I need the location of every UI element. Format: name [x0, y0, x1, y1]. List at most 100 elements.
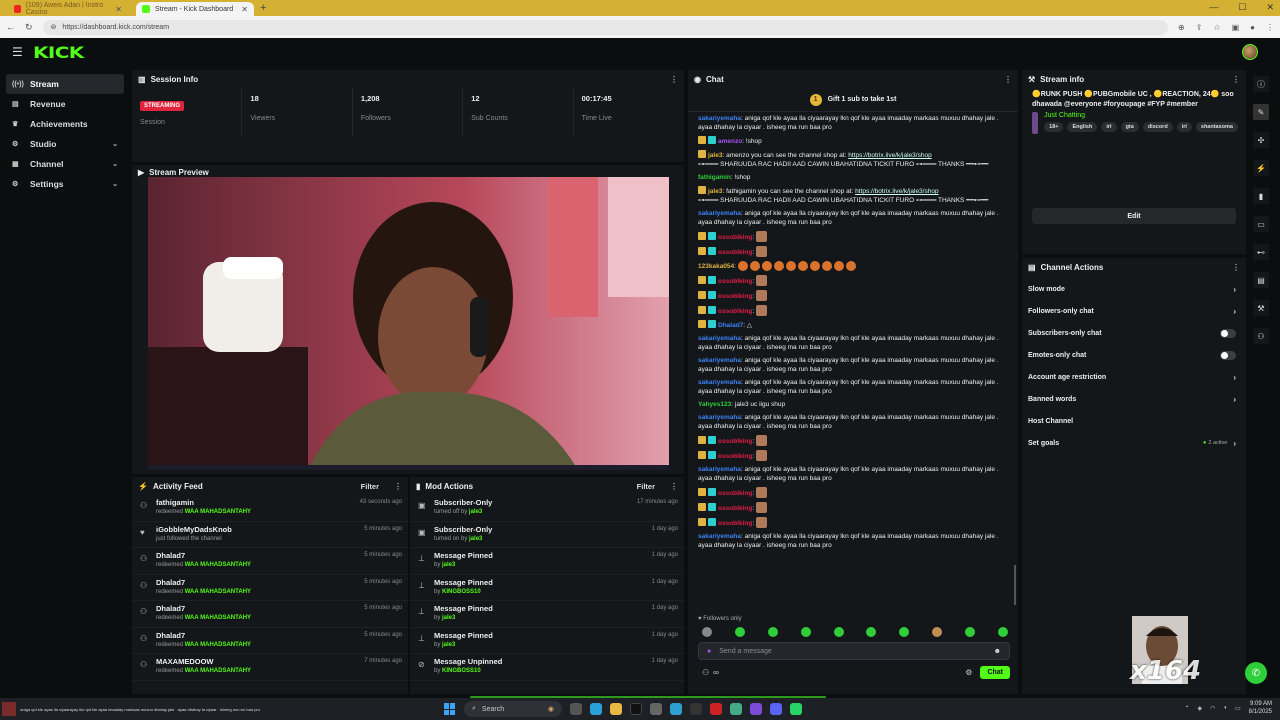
menu-icon[interactable]: ☰ [12, 45, 23, 59]
activity-row[interactable]: ⚇ Dhalad7 redeemed WAA MAHADSANTAHY 5 minut… [132, 575, 408, 601]
stream-tag[interactable]: shantasoma [1195, 122, 1238, 132]
chrome-icon[interactable] [730, 703, 742, 715]
user-avatar[interactable] [1242, 44, 1258, 60]
emote-icon[interactable] [965, 627, 975, 637]
chat-username[interactable]: Dhalad7 [718, 322, 743, 329]
taskbar-search[interactable]: ⌕ Search ◉ [464, 701, 562, 717]
more-options-icon[interactable]: ⋮ [394, 482, 402, 491]
chat-username[interactable]: sakariyemaha [698, 210, 741, 217]
chat-link[interactable]: https://botrix.live/k/jale3/shop [848, 152, 931, 159]
chat-username[interactable]: sakariyemaha [698, 335, 741, 342]
channel-action-row[interactable]: Slow mode › [1022, 278, 1246, 300]
activity-row[interactable]: ⚇ Dhalad7 redeemed WAA MAHADSANTAHY 5 minut… [132, 548, 408, 575]
category-name[interactable]: Just Chatting [1044, 112, 1246, 119]
volume-icon[interactable]: ◖ [1223, 705, 1227, 711]
emoji-picker-icon[interactable]: ☻ [994, 648, 1001, 655]
file-explorer-icon[interactable] [610, 703, 622, 715]
profile-icon[interactable]: ● [1250, 23, 1255, 32]
chat-username[interactable]: ossoblking [718, 278, 752, 285]
lightning-icon[interactable]: ⚡ [1253, 160, 1269, 176]
chat-link[interactable]: https://botrix.live/k/jale3/shop [855, 188, 938, 195]
filter-button[interactable]: Filter [361, 482, 379, 491]
chat-username[interactable]: Yahyes123 [698, 401, 731, 408]
emote-icon[interactable] [899, 627, 910, 637]
activity-row[interactable]: ⚇ Dhalad7 redeemed WAA MAHADSANTAHY 5 minut… [132, 601, 408, 628]
whatsapp-icon[interactable] [790, 703, 802, 715]
shield-icon[interactable]: ▮ [1253, 188, 1269, 204]
browser-icon[interactable] [670, 703, 682, 715]
chevron-right-icon[interactable]: › [1233, 285, 1236, 294]
chat-username[interactable]: sakariyemaha [698, 379, 741, 386]
stream-tag[interactable]: irl [1101, 122, 1117, 132]
info-icon[interactable]: ⓘ [1253, 76, 1269, 92]
chat-username[interactable]: 123kaka054 [698, 263, 734, 270]
mod-action-row[interactable]: ▣ Subscriber-Only turned off by jale3 17 mi… [410, 495, 684, 522]
sidebar-item-revenue[interactable]: ▤ Revenue [6, 94, 124, 114]
emote-icon[interactable] [800, 627, 811, 637]
obs-icon[interactable] [690, 703, 702, 715]
chat-input[interactable]: ● Send a message ☻ [698, 642, 1010, 660]
location-icon[interactable]: ◈ [1197, 705, 1202, 712]
tiktok-icon[interactable] [630, 703, 642, 715]
emote-icon[interactable] [932, 627, 943, 637]
zoom-icon[interactable]: ⊕ [1178, 23, 1185, 32]
close-window-icon[interactable]: ✕ [1266, 2, 1274, 13]
channel-action-row[interactable]: Followers-only chat › [1022, 300, 1246, 322]
chat-username[interactable]: jale3 [708, 152, 722, 159]
sidebar-item-achievements[interactable]: ♛ Achievements [6, 114, 124, 134]
chat-username[interactable]: ossoblking [718, 438, 752, 445]
channel-action-row[interactable]: Banned words › [1022, 388, 1246, 410]
chat-username[interactable]: ossoblking [718, 505, 752, 512]
stream-tag[interactable]: gta [1120, 122, 1139, 132]
sidebar-item-studio[interactable]: ⚙ Studio ⌄ [6, 134, 124, 154]
more-options-icon[interactable]: ⋮ [1232, 75, 1240, 84]
url-field[interactable]: ⊜ https://dashboard.kick.com/stream [42, 19, 1169, 35]
chat-username[interactable]: sakariyemaha [698, 466, 741, 473]
calculator-icon[interactable] [650, 703, 662, 715]
chat-settings-gear-icon[interactable]: ⚙ [965, 668, 972, 677]
activity-row[interactable]: ⚇ MAXAMEDOOW redeemed WAA MAHADSANTAHY 7 mi… [132, 654, 408, 681]
chat-username[interactable]: jale3 [708, 188, 722, 195]
chat-username[interactable]: ossoblking [718, 453, 752, 460]
stream-preview-video[interactable] [148, 177, 669, 470]
wifi-icon[interactable]: ◠ [1210, 705, 1215, 712]
sidebar-item-channel[interactable]: ▦ Channel ⌄ [6, 154, 124, 174]
chevron-right-icon[interactable]: › [1233, 373, 1236, 382]
emote-icon[interactable] [833, 627, 844, 637]
new-tab-icon[interactable]: + [260, 2, 266, 16]
channel-action-row[interactable]: Subscribers-only chat [1022, 322, 1246, 344]
chat-username[interactable]: ossoblking [718, 308, 752, 315]
more-options-icon[interactable]: ⋮ [1232, 263, 1240, 272]
bookmark-star-icon[interactable]: ☆ [1213, 23, 1220, 32]
task-view-icon[interactable] [570, 703, 582, 715]
clock[interactable]: 9:09 AM 8/1/2025 [1249, 700, 1272, 716]
users-icon[interactable]: ⚇ [702, 668, 709, 677]
expand-icon[interactable]: ✣ [1253, 132, 1269, 148]
mod-action-row[interactable]: ▣ Subscriber-Only turned on by jale3 1 day … [410, 522, 684, 548]
emote-icon[interactable] [702, 627, 712, 637]
kick-logo[interactable]: KICK [33, 43, 84, 62]
stream-tag[interactable]: 18+ [1044, 122, 1064, 132]
list-icon[interactable]: ▤ [1253, 272, 1269, 288]
sidebar-item-stream[interactable]: ((•)) Stream [6, 74, 124, 94]
battery-icon[interactable]: ▭ [1235, 705, 1241, 712]
infinity-icon[interactable]: ∞ [713, 668, 719, 677]
mic-icon[interactable]: ● [707, 648, 711, 655]
chevron-right-icon[interactable]: › [1233, 439, 1236, 448]
activity-row[interactable]: ♥ iGobbleMyDadsKnob just followed the chan… [132, 522, 408, 548]
chat-username[interactable]: ossoblking [718, 490, 752, 497]
chat-username[interactable]: ossoblking [718, 249, 752, 256]
chat-username[interactable]: amenzo [718, 138, 742, 145]
users-icon[interactable]: ⚇ [1253, 328, 1269, 344]
sidebar-item-settings[interactable]: ⚙ Settings ⌄ [6, 174, 124, 194]
more-options-icon[interactable]: ⋮ [1004, 75, 1012, 84]
channel-action-row[interactable]: Emotes-only chat [1022, 344, 1246, 366]
emote-icon[interactable] [767, 627, 778, 637]
share-icon[interactable]: ⇪ [1196, 23, 1203, 32]
mod-action-row[interactable]: ⊘ Message Unpinned by KINGBOSS10 1 day ago [410, 654, 684, 681]
back-icon[interactable]: ← [6, 22, 15, 32]
tray-chevron-icon[interactable]: ⌃ [1184, 705, 1189, 712]
discord-icon[interactable] [770, 703, 782, 715]
stream-tag[interactable]: irl [1176, 122, 1192, 132]
chat-scrollbar[interactable] [1014, 565, 1016, 605]
